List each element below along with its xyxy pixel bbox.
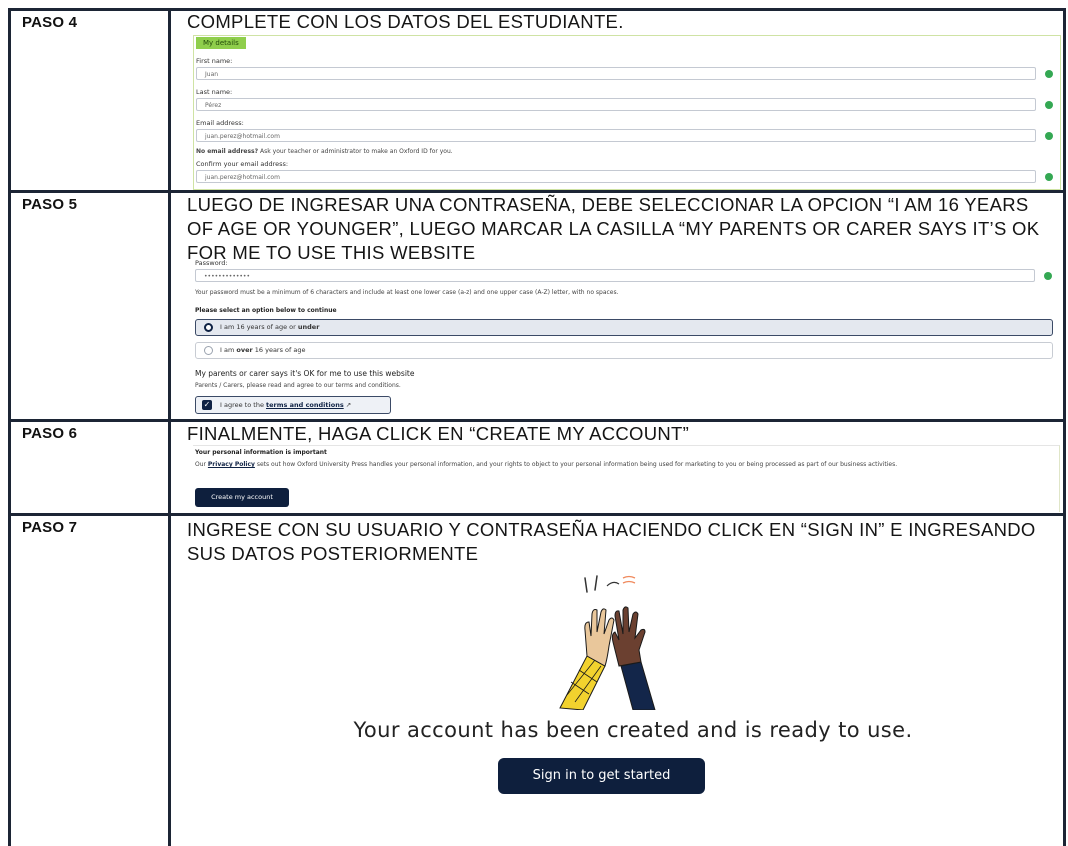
option-over-16[interactable]: I am over 16 years of age <box>195 342 1053 359</box>
radio-unselected-icon[interactable] <box>204 346 213 355</box>
motion-line <box>594 575 598 591</box>
motion-line <box>584 577 588 593</box>
no-email-bold: No email address? <box>196 148 259 155</box>
step-label: PASO 5 <box>22 196 78 213</box>
last-name-label: Last name: <box>196 88 233 96</box>
option-over-16-label: I am over 16 years of age <box>220 346 306 354</box>
my-details-tab[interactable]: My details <box>196 37 246 49</box>
sparkle-marks <box>622 575 636 584</box>
first-name-field[interactable]: Juan <box>196 67 1036 80</box>
option-over-suffix: 16 years of age <box>252 346 306 354</box>
motion-curve <box>606 581 620 587</box>
agree-prefix: I agree to the <box>220 401 267 409</box>
option-over-bold: over <box>236 346 253 354</box>
password-field[interactable]: ••••••••••••• <box>195 269 1035 282</box>
personal-info-heading: Your personal information is important <box>195 449 327 456</box>
option-16-or-under-label: I am 16 years of age or under <box>220 323 319 331</box>
step-label: PASO 6 <box>22 425 78 442</box>
account-created-screenshot: Your account has been created and is rea… <box>193 570 1059 840</box>
select-option-heading: Please select an option below to continu… <box>195 307 337 314</box>
confirm-email-field[interactable]: juan.perez@hotmail.com <box>196 170 1036 183</box>
email-label: Email address: <box>196 119 244 127</box>
step-instruction: COMPLETE CON LOS DATOS DEL ESTUDIANTE. <box>187 11 624 32</box>
email-field[interactable]: juan.perez@hotmail.com <box>196 129 1036 142</box>
password-label: Password: <box>195 259 228 267</box>
parents-consent-heading: My parents or carer says it's OK for me … <box>195 369 415 378</box>
step-label: PASO 7 <box>22 519 78 536</box>
no-email-text: Ask your teacher or administrator to mak… <box>260 148 453 155</box>
dark-hand <box>611 606 646 667</box>
step-instruction: FINALMENTE, HAGA CLICK EN “CREATE MY ACC… <box>187 423 690 444</box>
privacy-prefix: Our <box>195 461 208 468</box>
option-over-prefix: I am <box>220 346 237 354</box>
confirm-email-label: Confirm your email address: <box>196 160 289 168</box>
password-age-screenshot: Password: ••••••••••••• Your password mu… <box>193 259 1059 419</box>
row-divider <box>8 513 1066 516</box>
step-label: PASO 4 <box>22 14 78 31</box>
no-email-note: No email address? Ask your teacher or ad… <box>196 148 453 155</box>
create-account-screenshot: Your personal information is important O… <box>193 445 1060 512</box>
option-16-or-under[interactable]: I am 16 years of age or under <box>195 319 1053 336</box>
light-hand <box>584 608 615 667</box>
external-link-icon: ↗ <box>345 401 352 409</box>
create-my-account-button[interactable]: Create my account <box>195 488 289 507</box>
terms-agree-label: I agree to the terms and conditions ↗ <box>220 401 351 409</box>
terms-link[interactable]: terms and conditions <box>266 401 344 409</box>
valid-check-icon <box>1045 173 1053 181</box>
privacy-text: Our Privacy Policy sets out how Oxford U… <box>195 461 1050 469</box>
valid-check-icon <box>1045 101 1053 109</box>
navy-sleeve <box>620 661 656 710</box>
radio-selected-icon[interactable] <box>204 323 213 332</box>
table-column-divider <box>168 8 171 846</box>
parents-consent-sub: Parents / Carers, please read and agree … <box>195 382 401 389</box>
valid-check-icon <box>1044 272 1052 280</box>
valid-check-icon <box>1045 70 1053 78</box>
high-five-illustration <box>559 575 656 710</box>
privacy-policy-link[interactable]: Privacy Policy <box>208 461 255 468</box>
table-border-left <box>8 8 11 846</box>
sign-in-button[interactable]: Sign in to get started <box>498 758 705 794</box>
terms-agree-checkbox-row[interactable]: ✓ I agree to the terms and conditions ↗ <box>195 396 391 414</box>
option-under-bold: under <box>297 323 320 331</box>
account-created-message: Your account has been created and is rea… <box>353 718 913 742</box>
last-name-field[interactable]: Pérez <box>196 98 1036 111</box>
option-under-prefix: I am 16 years of age or <box>220 323 298 331</box>
password-hint: Your password must be a minimum of 6 cha… <box>195 289 619 296</box>
step-instruction: INGRESE CON SU USUARIO Y CONTRASEÑA HACI… <box>187 519 1036 564</box>
checkbox-checked-icon[interactable]: ✓ <box>202 400 212 410</box>
privacy-rest: sets out how Oxford University Press han… <box>254 461 898 468</box>
first-name-label: First name: <box>196 57 233 65</box>
my-details-form-screenshot: My details First name: Juan Last name: P… <box>193 35 1061 190</box>
table-border-right <box>1063 8 1066 846</box>
valid-check-icon <box>1045 132 1053 140</box>
yellow-sleeve <box>559 655 606 710</box>
step-instruction: LUEGO DE INGRESAR UNA CONTRASEÑA, DEBE S… <box>187 194 1040 263</box>
